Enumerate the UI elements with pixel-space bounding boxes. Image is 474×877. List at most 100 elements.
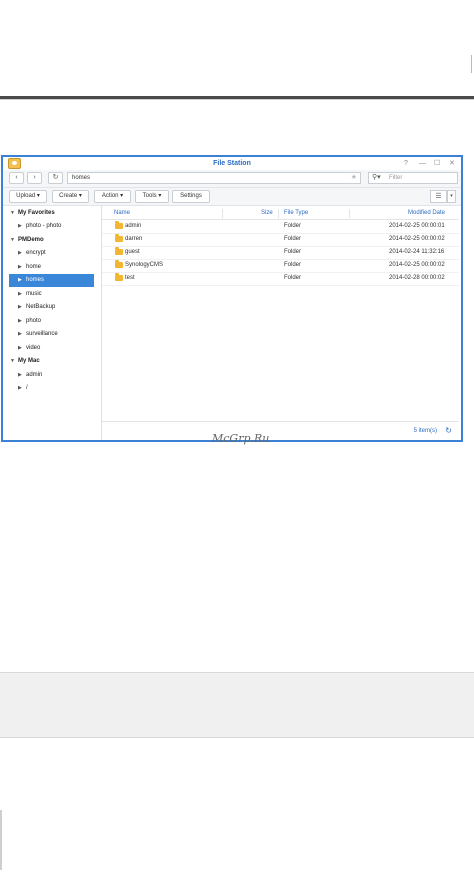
help-icon[interactable]: ?	[404, 157, 408, 170]
sidebar-group-label: My Favorites	[18, 210, 55, 216]
sidebar-group-label: PMDemo	[18, 237, 44, 243]
collapse-arrow-icon[interactable]: ▶	[18, 274, 22, 287]
note-box	[0, 672, 474, 738]
sidebar-item-encrypt[interactable]: ▶ encrypt	[3, 247, 101, 260]
table-row[interactable]: darren Folder 2014-02-25 00:00:02	[102, 233, 459, 247]
forward-button[interactable]: ›	[27, 172, 42, 184]
file-name: admin	[125, 223, 142, 229]
status-bar: 5 item(s) ↻	[102, 421, 459, 440]
collapse-arrow-icon[interactable]: ▶	[18, 315, 22, 328]
window-title: File Station	[213, 160, 251, 167]
collapse-arrow-icon[interactable]: ▶	[18, 328, 22, 341]
sidebar-item-label: music	[26, 291, 42, 297]
minimize-icon[interactable]: —	[419, 157, 426, 170]
sidebar-item-photo-photo[interactable]: ▶ photo - photo	[3, 220, 101, 233]
search-icon[interactable]: ⚲▾	[372, 173, 381, 183]
file-type: Folder	[284, 223, 302, 229]
column-header-modified-date[interactable]: Modified Date	[408, 208, 445, 219]
expand-arrow-icon[interactable]: ▼	[10, 207, 15, 220]
margin-mark	[471, 55, 472, 73]
modified-date: 2014-02-25 00:00:02	[389, 236, 445, 242]
top-rule-shadow	[0, 99, 474, 100]
column-divider[interactable]	[278, 209, 279, 218]
filter-placeholder: Filter	[389, 175, 403, 181]
upload-button[interactable]: Upload ▾	[9, 190, 47, 203]
sidebar-item-root[interactable]: ▶ /	[3, 382, 101, 395]
title-bar: File Station ? — ☐ ✕	[3, 157, 461, 170]
back-button[interactable]: ‹	[9, 172, 24, 184]
column-divider[interactable]	[222, 209, 223, 218]
column-header-name[interactable]: Name	[114, 208, 130, 219]
folder-icon	[115, 260, 123, 268]
view-mode-dropdown[interactable]: ▾	[447, 190, 456, 203]
refresh-button[interactable]: ↻	[48, 172, 63, 184]
table-row[interactable]: guest Folder 2014-02-24 11:32:16	[102, 246, 459, 260]
sidebar-item-video[interactable]: ▶ video	[3, 342, 101, 355]
sidebar-item-surveillance[interactable]: ▶ surveillance	[3, 328, 101, 341]
collapse-arrow-icon[interactable]: ▶	[18, 301, 22, 314]
collapse-arrow-icon[interactable]: ▶	[18, 382, 22, 395]
file-list-header: Name Size File Type Modified Date	[102, 208, 459, 220]
file-type: Folder	[284, 249, 302, 255]
path-field[interactable]: homes ★	[67, 172, 361, 184]
forward-icon: ›	[33, 174, 36, 181]
folder-icon	[115, 247, 123, 255]
folder-icon	[115, 234, 123, 242]
column-header-size[interactable]: Size	[261, 208, 273, 219]
close-icon[interactable]: ✕	[449, 157, 455, 170]
path-text: homes	[72, 175, 91, 181]
sidebar-group-pmdemo[interactable]: ▼ PMDemo	[3, 234, 101, 247]
item-count: 5 item(s)	[413, 428, 437, 434]
table-row[interactable]: test Folder 2014-02-28 00:00:02	[102, 272, 459, 286]
view-mode-button[interactable]: ☰	[430, 190, 447, 203]
table-row[interactable]: admin Folder 2014-02-25 00:00:01	[102, 220, 459, 234]
file-name: SynologyCMS	[125, 262, 164, 268]
list-view-icon: ☰	[435, 193, 442, 200]
collapse-arrow-icon[interactable]: ▶	[18, 342, 22, 355]
sidebar-item-photo[interactable]: ▶ photo	[3, 315, 101, 328]
tools-button[interactable]: Tools ▾	[135, 190, 169, 203]
file-name: guest	[125, 249, 140, 255]
sidebar-item-label: home	[26, 264, 42, 270]
table-row[interactable]: SynologyCMS Folder 2014-02-25 00:00:02	[102, 259, 459, 273]
sidebar-group-my-mac[interactable]: ▼ My Mac	[3, 355, 101, 368]
maximize-icon[interactable]: ☐	[434, 157, 440, 170]
action-toolbar: Upload ▾ Create ▾ Action ▾ Tools ▾ Setti…	[3, 188, 461, 206]
collapse-arrow-icon[interactable]: ▶	[18, 288, 22, 301]
expand-arrow-icon[interactable]: ▼	[10, 234, 15, 247]
star-icon[interactable]: ★	[351, 173, 357, 183]
expand-arrow-icon[interactable]: ▼	[10, 355, 15, 368]
sidebar-group-label: My Mac	[18, 358, 40, 364]
folder-icon	[115, 221, 123, 229]
create-button[interactable]: Create ▾	[52, 190, 89, 203]
file-name: test	[125, 275, 135, 281]
sidebar-item-label: video	[26, 345, 41, 351]
action-button[interactable]: Action ▾	[94, 190, 131, 203]
sidebar-item-label: NetBackup	[26, 304, 56, 310]
modified-date: 2014-02-24 11:32:16	[389, 249, 445, 255]
sidebar-item-label: encrypt	[26, 250, 46, 256]
sidebar-item-netbackup[interactable]: ▶ NetBackup	[3, 301, 101, 314]
sidebar-item-label: surveillance	[26, 331, 58, 337]
modified-date: 2014-02-25 00:00:02	[389, 262, 445, 268]
column-divider[interactable]	[349, 209, 350, 218]
file-type: Folder	[284, 275, 302, 281]
sidebar-item-home[interactable]: ▶ home	[3, 261, 101, 274]
collapse-arrow-icon[interactable]: ▶	[18, 369, 22, 382]
collapse-arrow-icon[interactable]: ▶	[18, 261, 22, 274]
sidebar: ▼ My Favorites ▶ photo - photo ▼ PMDemo …	[3, 206, 102, 440]
column-header-file-type[interactable]: File Type	[284, 208, 308, 219]
modified-date: 2014-02-25 00:00:01	[389, 223, 445, 229]
filter-field[interactable]: ⚲▾ Filter	[368, 172, 458, 184]
collapse-arrow-icon[interactable]: ▶	[18, 247, 22, 260]
sidebar-group-my-favorites[interactable]: ▼ My Favorites	[3, 207, 101, 220]
sidebar-item-label: homes	[26, 277, 45, 283]
refresh-icon[interactable]: ↻	[445, 422, 452, 440]
refresh-icon: ↻	[52, 174, 59, 181]
sidebar-item-admin[interactable]: ▶ admin	[3, 369, 101, 382]
sidebar-item-homes[interactable]: ▶ homes	[9, 274, 94, 287]
collapse-arrow-icon[interactable]: ▶	[18, 220, 22, 233]
sidebar-item-music[interactable]: ▶ music	[3, 288, 101, 301]
navigation-bar: ‹ › ↻ homes ★ ⚲▾ Filter	[3, 170, 461, 188]
settings-button[interactable]: Settings	[172, 190, 210, 203]
